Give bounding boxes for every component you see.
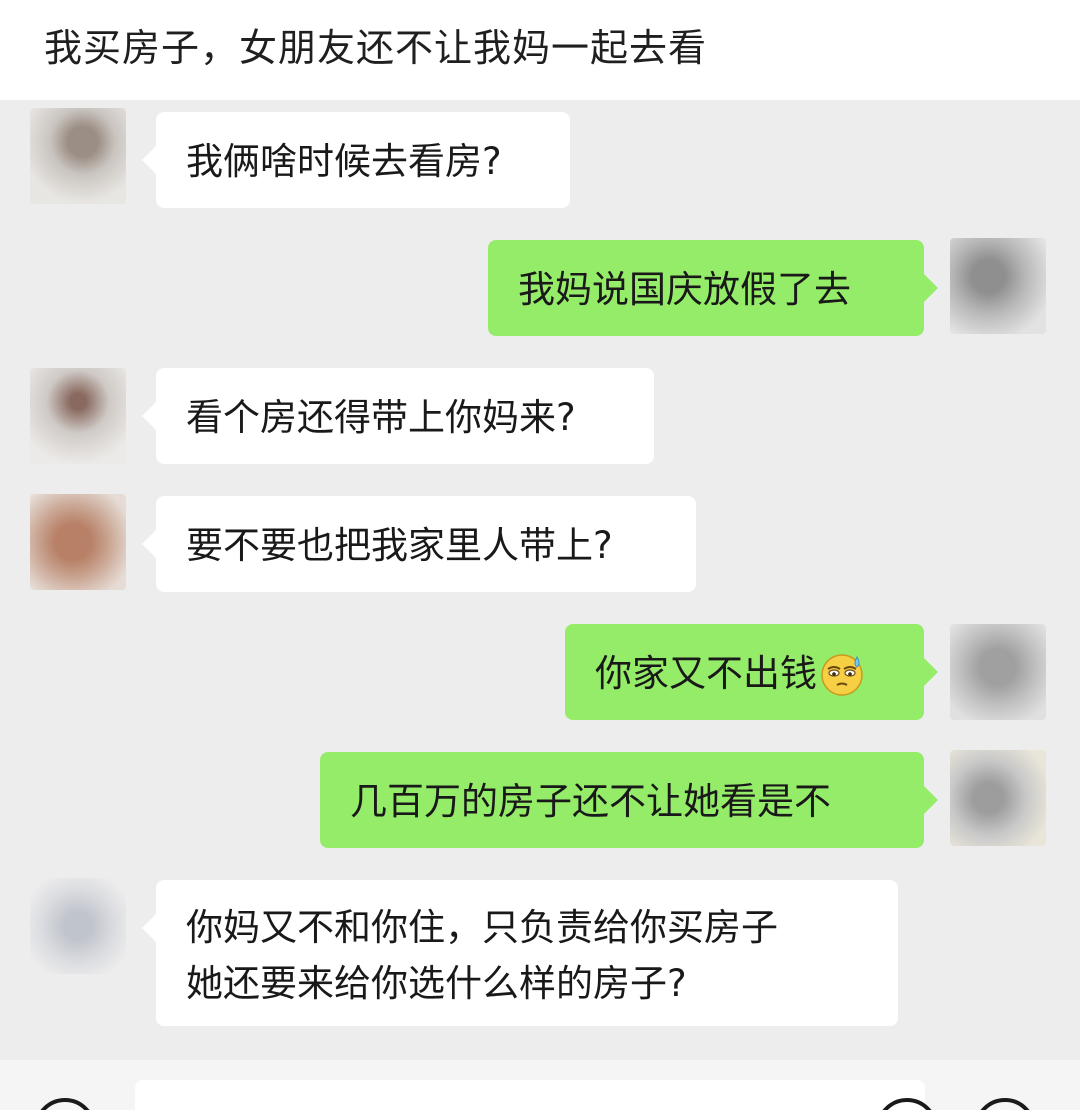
incoming-message-bubble[interactable]: 看个房还得带上你妈来? bbox=[142, 368, 654, 464]
contact-avatar[interactable] bbox=[30, 494, 126, 590]
incoming-message-bubble[interactable]: 要不要也把我家里人带上? bbox=[142, 496, 696, 592]
contact-avatar[interactable] bbox=[30, 878, 126, 974]
message-text: 我妈说国庆放假了去 bbox=[518, 267, 851, 311]
voice-icon[interactable] bbox=[34, 1098, 96, 1110]
message-text: 几百万的房子还不让她看是不 bbox=[350, 779, 831, 823]
screenshot-page: 我买房子，女朋友还不让我妈一起去看 我俩啥时候去看房? 我妈说国庆放假了去 看个… bbox=[0, 0, 1080, 1110]
chat-area[interactable]: 我俩啥时候去看房? 我妈说国庆放假了去 看个房还得带上你妈来? 要不要也把我家里… bbox=[0, 100, 1080, 1060]
message-text: 我俩啥时候去看房? bbox=[186, 139, 502, 183]
sweat-smile-emoji-icon bbox=[821, 653, 863, 696]
contact-avatar[interactable] bbox=[30, 108, 126, 204]
my-avatar[interactable] bbox=[950, 750, 1046, 846]
incoming-message-bubble[interactable]: 我俩啥时候去看房? bbox=[142, 112, 570, 208]
message-text: 要不要也把我家里人带上? bbox=[186, 523, 613, 567]
outgoing-message-bubble[interactable]: 我妈说国庆放假了去 bbox=[488, 240, 938, 336]
message-text: 你家又不出钱 bbox=[595, 651, 817, 695]
post-title: 我买房子，女朋友还不让我妈一起去看 bbox=[44, 26, 708, 70]
message-text-line: 你妈又不和你住，只负责给你买房子 bbox=[186, 906, 778, 949]
message-text-line: 她还要来给你选什么样的房子? bbox=[186, 962, 687, 1005]
incoming-message-bubble[interactable]: 你妈又不和你住，只负责给你买房子 她还要来给你选什么样的房子? bbox=[142, 880, 898, 1026]
message-text: 看个房还得带上你妈来? bbox=[186, 395, 576, 439]
add-icon[interactable] bbox=[974, 1098, 1036, 1110]
contact-avatar[interactable] bbox=[30, 368, 126, 464]
outgoing-message-bubble[interactable]: 你家又不出钱 bbox=[565, 624, 938, 720]
my-avatar[interactable] bbox=[950, 238, 1046, 334]
message-input[interactable] bbox=[135, 1080, 925, 1110]
chat-input-bar bbox=[0, 1060, 1080, 1110]
post-header: 我买房子，女朋友还不让我妈一起去看 bbox=[0, 0, 1080, 100]
outgoing-message-bubble[interactable]: 几百万的房子还不让她看是不 bbox=[320, 752, 938, 848]
my-avatar[interactable] bbox=[950, 624, 1046, 720]
